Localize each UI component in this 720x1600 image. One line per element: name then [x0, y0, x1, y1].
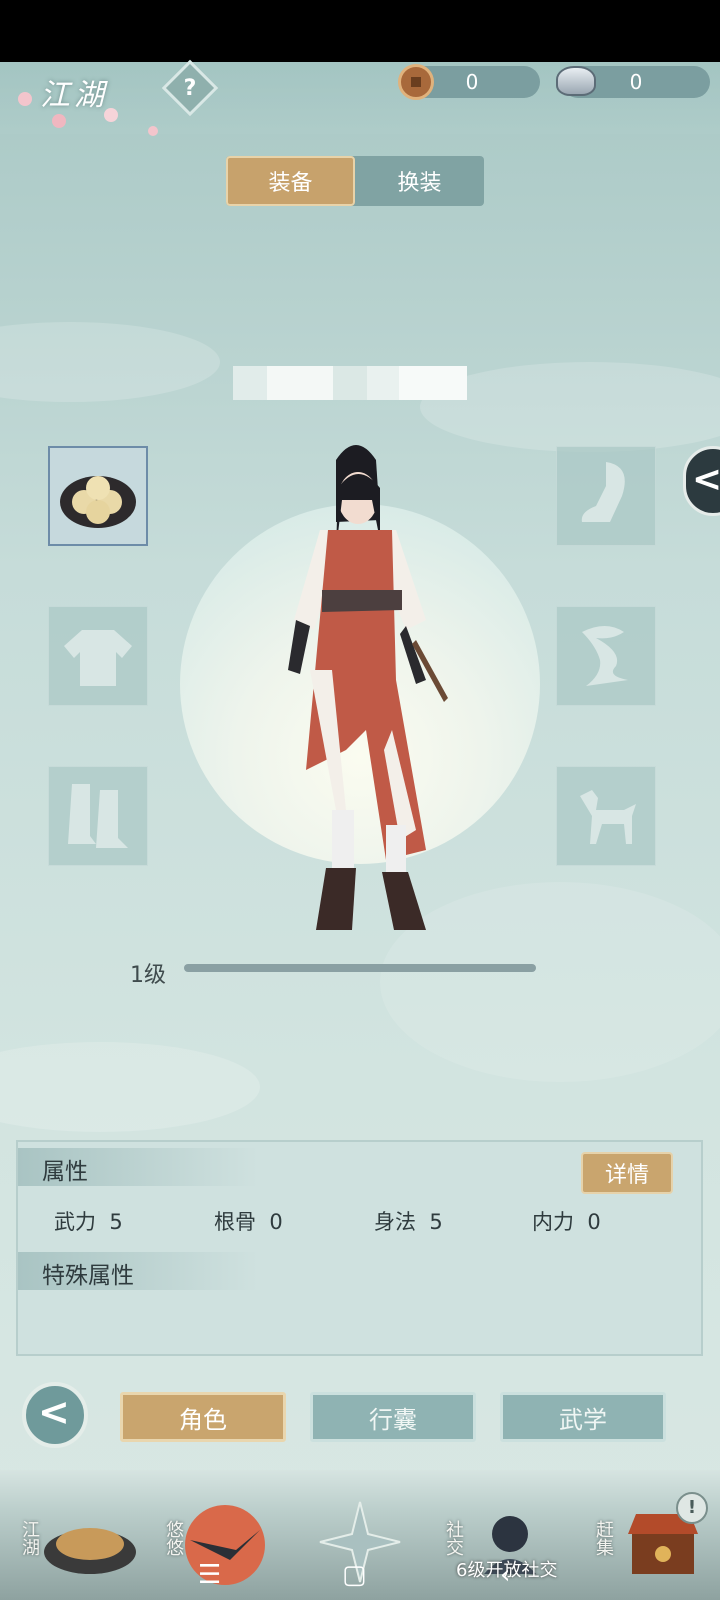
- stat-constitution: 根骨 0: [214, 1210, 283, 1234]
- accessory-slot[interactable]: [556, 606, 656, 706]
- tab-outfit[interactable]: 换装: [355, 156, 484, 206]
- robe-icon: [64, 630, 132, 686]
- scene-title: 江湖: [40, 78, 108, 113]
- weapon-slot[interactable]: [556, 446, 656, 546]
- system-back-button[interactable]: ‹: [500, 1560, 510, 1590]
- clothing-slot[interactable]: [48, 606, 148, 706]
- bottom-item-market[interactable]: 赶集: [590, 1520, 616, 1556]
- mount-slot[interactable]: [556, 766, 656, 866]
- special-attributes-title: 特殊属性: [42, 1263, 134, 1289]
- details-button[interactable]: 详情: [581, 1152, 673, 1194]
- copper-coin-icon: [398, 64, 434, 100]
- attributes-header: 属性: [18, 1148, 258, 1186]
- back-button[interactable]: <: [22, 1382, 88, 1448]
- equip-tabs: 装备 换装: [226, 156, 484, 206]
- attributes-title: 属性: [42, 1159, 88, 1185]
- bottom-item-jianghu[interactable]: 江湖: [16, 1520, 42, 1556]
- stat-agility: 身法 5: [374, 1210, 443, 1234]
- bun-plate-icon: [60, 476, 136, 528]
- swallow-icon: [185, 1505, 265, 1585]
- character-name-plate: [233, 366, 467, 400]
- stat-inner-power: 内力 0: [532, 1210, 601, 1234]
- bottom-item-youyou[interactable]: 悠悠: [160, 1520, 186, 1556]
- chevron-left-icon: <: [692, 459, 720, 500]
- food-slot[interactable]: [48, 446, 148, 546]
- system-menu-button[interactable]: ☰: [198, 1560, 221, 1590]
- stat-strength: 武力 5: [54, 1210, 123, 1234]
- cloud-swirl-icon: [582, 626, 628, 686]
- boots-icon: [68, 784, 128, 848]
- tab-inventory[interactable]: 行囊: [310, 1392, 476, 1442]
- character-figure: [288, 445, 448, 930]
- level-progress-bar: [184, 964, 536, 972]
- status-bar: [0, 0, 720, 62]
- alert-icon[interactable]: !: [676, 1492, 708, 1524]
- horse-icon: [580, 790, 636, 844]
- bottom-item-social[interactable]: 社交: [440, 1520, 466, 1556]
- tab-equipment[interactable]: 装备: [226, 156, 355, 206]
- question-icon: ?: [183, 75, 197, 101]
- level-label: 1级: [130, 963, 166, 988]
- back-arrow-icon: <: [38, 1390, 70, 1434]
- system-home-button[interactable]: ▢: [342, 1560, 367, 1590]
- tab-character[interactable]: 角色: [120, 1392, 286, 1442]
- boots-slot[interactable]: [48, 766, 148, 866]
- tab-martial-arts[interactable]: 武学: [500, 1392, 666, 1442]
- scroll-icon: [581, 462, 625, 522]
- special-attributes-header: 特殊属性: [18, 1252, 258, 1290]
- straw-hat-icon: [44, 1528, 136, 1574]
- attributes-panel: 属性 详情 武力 5 根骨 0 身法 5 内力 0 特殊属性: [16, 1140, 703, 1356]
- silver-ingot-icon: [556, 66, 596, 96]
